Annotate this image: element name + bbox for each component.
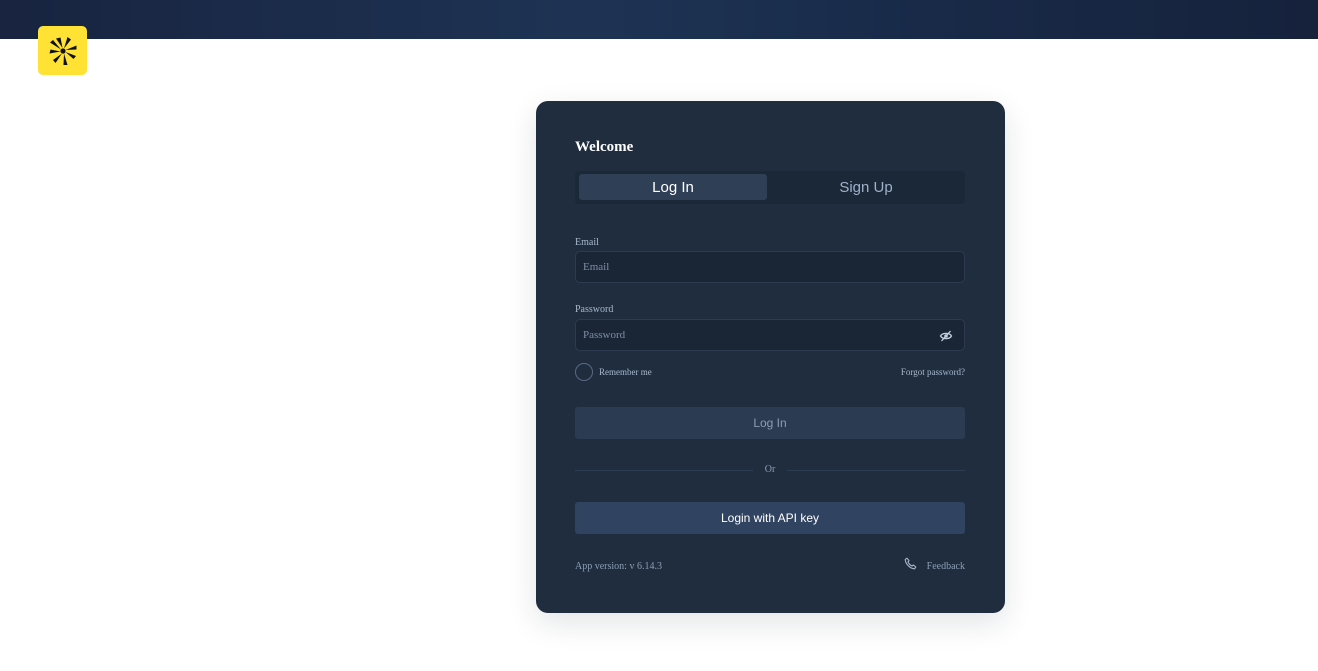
- app-version: App version: v 6.14.3: [575, 561, 662, 572]
- phone-icon: [904, 557, 917, 575]
- divider-left: [575, 470, 753, 471]
- email-field[interactable]: [575, 251, 965, 283]
- auth-tabs: Log In Sign Up: [575, 171, 965, 204]
- password-field[interactable]: [575, 319, 965, 351]
- tab-log-in[interactable]: Log In: [579, 174, 767, 200]
- logo-burst-icon: [49, 36, 76, 65]
- tab-sign-up[interactable]: Sign Up: [772, 174, 960, 200]
- login-api-key-button[interactable]: Login with API key: [575, 502, 965, 534]
- feedback-label: Feedback: [926, 560, 965, 572]
- feedback-link[interactable]: Feedback: [904, 557, 965, 575]
- page-title: Welcome: [575, 139, 634, 155]
- password-label: Password: [575, 304, 614, 315]
- top-header-bar: [0, 0, 1318, 39]
- login-card: Welcome Log In Sign Up Email Password Re…: [536, 101, 1005, 613]
- log-in-button[interactable]: Log In: [575, 407, 965, 439]
- remember-me-label: Remember me: [599, 367, 652, 377]
- email-label: Email: [575, 237, 599, 248]
- eye-off-glyph: [939, 330, 953, 342]
- forgot-password-link[interactable]: Forgot password?: [901, 367, 965, 377]
- divider-right: [787, 470, 965, 471]
- eye-off-icon[interactable]: [939, 329, 953, 343]
- divider-or: Or: [764, 464, 776, 475]
- yellow-burst-logo-icon[interactable]: [38, 26, 87, 75]
- remember-me-checkbox[interactable]: [575, 363, 593, 381]
